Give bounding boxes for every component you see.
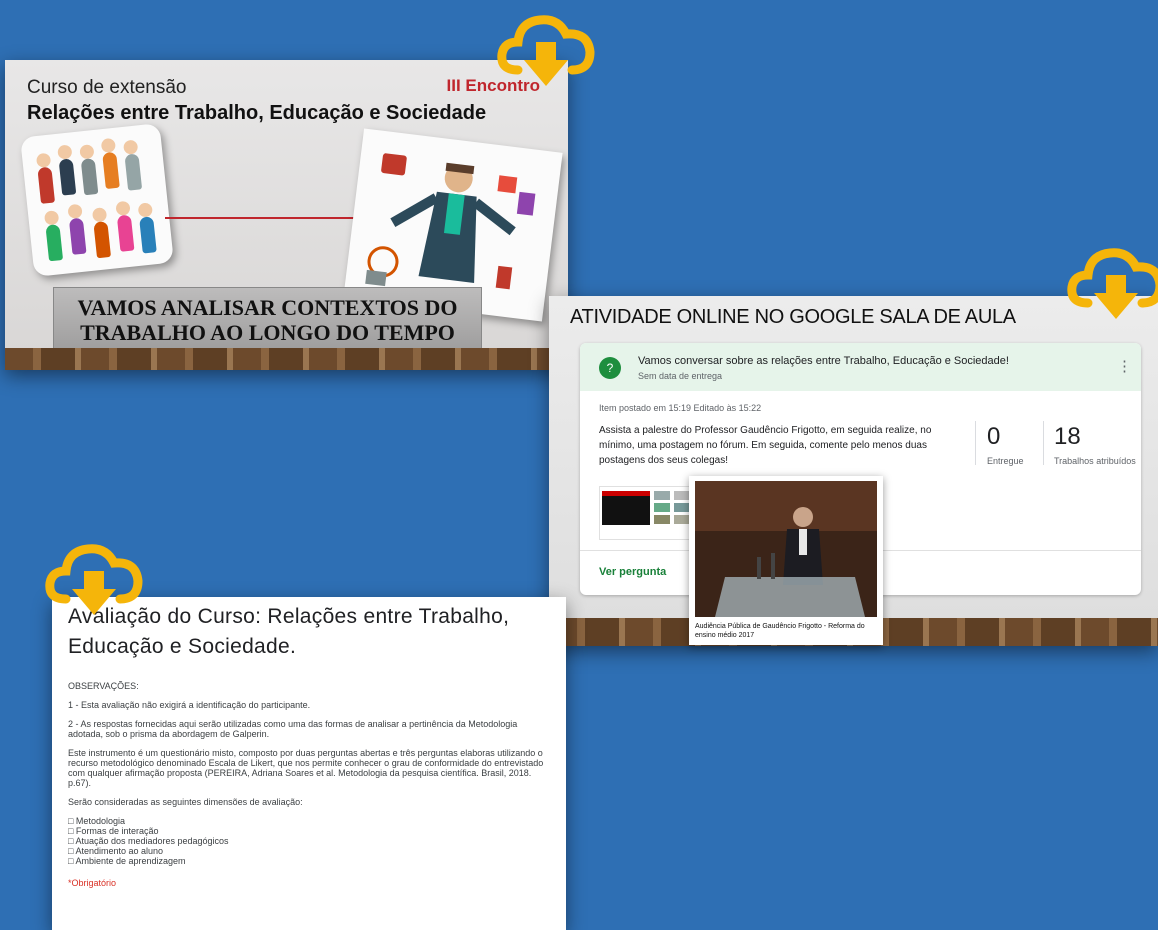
download-cloud-icon[interactable] bbox=[496, 8, 596, 88]
assignment-header[interactable]: ? Vamos conversar sobre as relações entr… bbox=[580, 343, 1141, 391]
dimensions-intro: Serão consideradas as seguintes dimensõe… bbox=[68, 797, 303, 807]
slide-title: Relações entre Trabalho, Educação e Soci… bbox=[27, 102, 487, 124]
video-frame[interactable] bbox=[695, 481, 877, 617]
download-cloud-icon[interactable] bbox=[44, 537, 144, 617]
posted-timestamp: Item postado em 15:19 Editado às 15:22 bbox=[599, 403, 762, 413]
turned-in-label: Entregue bbox=[987, 456, 1024, 466]
slide-banner: VAMOS ANALISAR CONTEXTOS DO TRABALHO AO … bbox=[53, 287, 482, 353]
video-preview[interactable]: Audiência Pública de Gaudêncio Frigotto … bbox=[689, 476, 883, 645]
course-slide: Curso de extensão Relações entre Trabalh… bbox=[5, 60, 568, 370]
dimension-item: □ Atuação dos mediadores pedagógicos bbox=[68, 836, 229, 846]
evaluation-form: Avaliação do Curso: Relações entre Traba… bbox=[52, 597, 566, 930]
form-description: OBSERVAÇÕES: 1 - Esta avaliação não exig… bbox=[68, 681, 553, 888]
video-caption: Audiência Pública de Gaudêncio Frigotto … bbox=[695, 623, 865, 639]
assignment-title[interactable]: Vamos conversar sobre as relações entre … bbox=[638, 355, 1009, 367]
dimensions-list: □ Metodologia □ Formas de interação □ At… bbox=[68, 816, 553, 866]
dimension-item: □ Atendimento ao aluno bbox=[68, 846, 164, 856]
dimension-item: □ Ambiente de aprendizagem bbox=[68, 856, 186, 866]
stat-divider bbox=[975, 421, 976, 465]
attachment-thumbnail[interactable] bbox=[599, 486, 694, 540]
dimension-item: □ Metodologia bbox=[68, 816, 125, 826]
slide-divider-line bbox=[165, 217, 360, 219]
more-vert-icon[interactable]: ⋮ bbox=[1117, 357, 1132, 375]
view-question-link[interactable]: Ver pergunta bbox=[599, 566, 666, 578]
turned-in-count[interactable]: 0 bbox=[987, 423, 1000, 451]
observation-note: 1 - Esta avaliação não exigirá a identif… bbox=[68, 700, 311, 710]
assignment-instructions: Assista a palestre do Professor Gaudênci… bbox=[599, 425, 932, 466]
slide-course-label: Curso de extensão bbox=[27, 77, 187, 98]
wood-floor bbox=[5, 348, 568, 370]
assigned-count[interactable]: 18 bbox=[1054, 423, 1081, 451]
observations-label: OBSERVAÇÕES: bbox=[68, 681, 139, 691]
assigned-label: Trabalhos atribuídos bbox=[1054, 456, 1136, 466]
required-note: *Obrigatório bbox=[68, 878, 117, 888]
observation-note: 2 - As respostas fornecidas aqui serão u… bbox=[68, 719, 518, 739]
stat-divider bbox=[1043, 421, 1044, 465]
assignment-icon: ? bbox=[599, 357, 621, 379]
classroom-heading: ATIVIDADE ONLINE NO GOOGLE SALA DE AULA bbox=[570, 306, 1016, 328]
observation-note: Este instrumento é um questionário misto… bbox=[68, 748, 544, 788]
slide-banner-text: VAMOS ANALISAR CONTEXTOS DO TRABALHO AO … bbox=[77, 295, 458, 345]
due-date: Sem data de entrega bbox=[638, 371, 723, 381]
download-cloud-icon[interactable] bbox=[1066, 241, 1158, 321]
people-illustration bbox=[20, 123, 174, 277]
dimension-item: □ Formas de interação bbox=[68, 826, 159, 836]
